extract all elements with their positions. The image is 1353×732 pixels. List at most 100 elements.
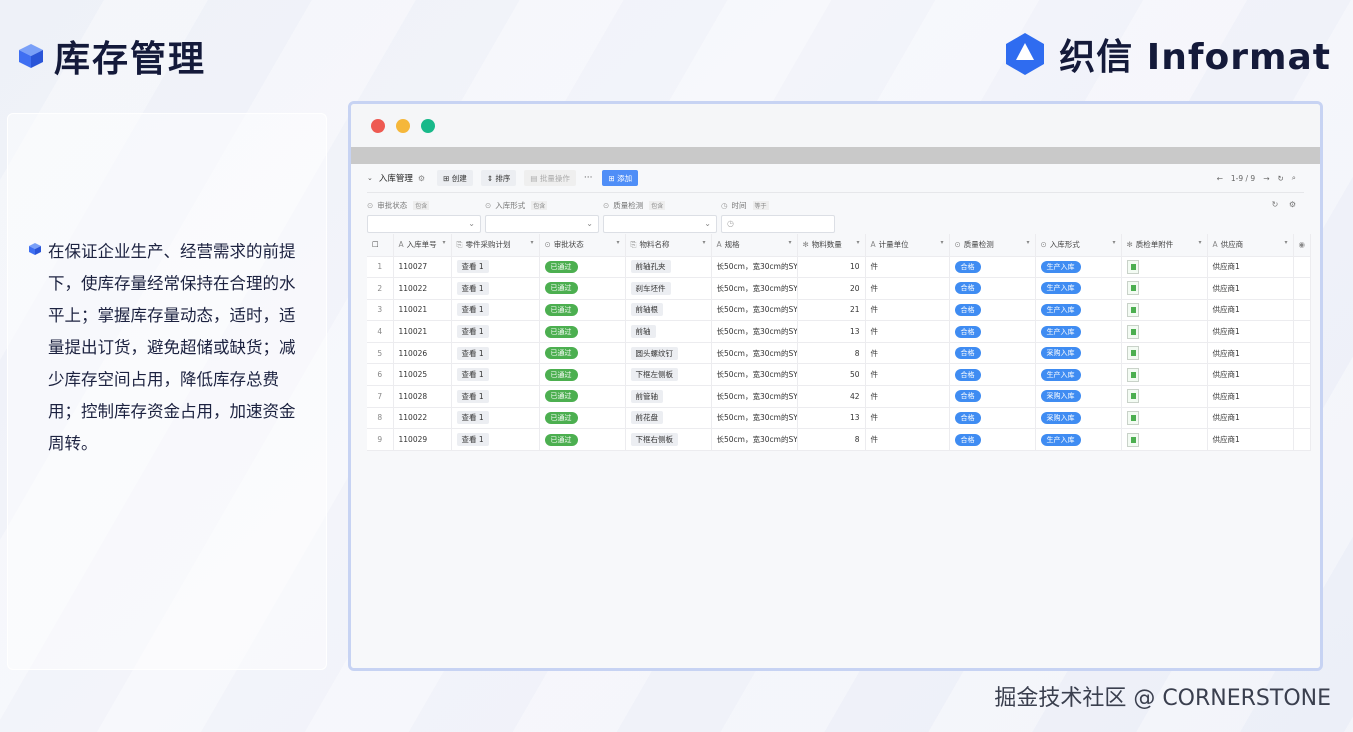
purchase-plan-link[interactable]: 查看 1 <box>456 411 489 425</box>
table-row[interactable]: 3 110021 查看 1 已通过 前轴根 长50cm，宽30cm的SY7 21 件合格 生产入… <box>367 299 1311 322</box>
next-page-icon[interactable]: → <box>1263 174 1269 183</box>
chevron-down-icon: ▾ <box>616 239 620 247</box>
attachment-cell <box>1121 407 1208 430</box>
excel-file-icon[interactable] <box>1126 432 1139 447</box>
column-header[interactable]: ⊙ 质量检测 ▾ <box>949 234 1036 257</box>
user-cell <box>1293 320 1311 343</box>
select-all-checkbox[interactable]: ☐ <box>367 234 394 257</box>
material-link[interactable]: 前轴孔夹 <box>630 260 671 274</box>
column-header[interactable]: A 计量单位 ▾ <box>865 234 950 257</box>
table-row[interactable]: 8 110022 查看 1 已通过 前花盘 长50cm，宽30cm的SY7 13 件合格 采购入… <box>367 407 1311 430</box>
column-header[interactable]: ⊙ 入库形式 ▾ <box>1035 234 1122 257</box>
supplier-cell: 供应商1 <box>1207 385 1294 408</box>
quality-badge: 合格 <box>954 303 981 316</box>
purchase-plan-link[interactable]: 查看 1 <box>456 389 489 403</box>
column-header[interactable]: ⎘ 零件采购计划 ▾ <box>451 234 540 257</box>
stock-in-type-select[interactable]: ⌄ <box>485 215 599 233</box>
material-link[interactable]: 刹车坯件 <box>630 281 671 295</box>
approval-status-select[interactable]: ⌄ <box>367 215 481 233</box>
purchase-plan-link[interactable]: 查看 1 <box>456 281 489 295</box>
excel-file-icon[interactable] <box>1126 281 1139 296</box>
table-row[interactable]: 5 110026 查看 1 已通过 圆头螺纹钉 长50cm，宽30cm的SY7 8 件合格 采购… <box>367 342 1311 365</box>
attachment-cell <box>1121 277 1208 300</box>
table-row[interactable]: 1 110027 查看 1 已通过 前轴孔夹 长50cm，宽30cm的SY7 10 件合格 生产… <box>367 256 1311 279</box>
settings-icon[interactable]: ⚙ <box>418 174 425 183</box>
stock-in-type-badge: 采购入库 <box>1040 347 1081 360</box>
sort-button[interactable]: ⇕ 排序 <box>480 170 517 186</box>
chevron-down-icon: ▾ <box>702 239 706 247</box>
order-number: 110021 <box>393 299 452 322</box>
prev-page-icon[interactable]: ← <box>1217 174 1223 183</box>
purchase-plan-link[interactable]: 查看 1 <box>456 325 489 339</box>
purchase-plan-cell: 查看 1 <box>451 428 540 451</box>
material-link[interactable]: 前轴根 <box>630 303 663 317</box>
purchase-plan-link[interactable]: 查看 1 <box>456 368 489 382</box>
time-input[interactable]: ◷ <box>721 215 835 233</box>
watermark: 掘金技术社区 @ CORNERSTONE <box>994 686 1331 711</box>
maximize-window-button[interactable] <box>421 119 435 133</box>
purchase-plan-link[interactable]: 查看 1 <box>456 346 489 360</box>
close-window-button[interactable] <box>371 119 385 133</box>
reset-filter-icon[interactable]: ↻ <box>1272 200 1279 209</box>
table-row[interactable]: 4 110021 查看 1 已通过 前轴 长50cm，宽30cm的SY7 13 件合格 生产入库… <box>367 320 1311 343</box>
minimize-window-button[interactable] <box>396 119 410 133</box>
material-link[interactable]: 圆头螺纹钉 <box>630 346 678 360</box>
toolbar: ⌄ 入库管理 ⚙ ⊞ 创建 ⇕ 排序 ▤ 批量操作 ··· ⊞ 添加 ← 1-9… <box>367 164 1304 192</box>
excel-file-icon[interactable] <box>1126 302 1139 317</box>
excel-file-icon[interactable] <box>1126 389 1139 404</box>
excel-file-icon[interactable] <box>1126 346 1139 361</box>
row-index: 2 <box>367 277 394 300</box>
excel-file-icon[interactable] <box>1126 324 1139 339</box>
batch-operation-button[interactable]: ▤ 批量操作 <box>524 170 576 186</box>
table-header-row: ☐ A 入库单号 ▾ ⎘ 零件采购计划 ▾ ⊙ 审批状态 ▾ ⎘ 物料名称 ▾ A 规格 ▾ ✻ 物料… <box>367 234 1311 257</box>
refresh-icon[interactable]: ↻ <box>1278 174 1284 183</box>
material-cell: 前轴根 <box>625 299 712 322</box>
batch-icon: ▤ <box>530 173 540 183</box>
spec-cell: 长50cm，宽30cm的SY7 <box>711 299 798 322</box>
column-header[interactable]: A 入库单号 ▾ <box>393 234 452 257</box>
column-header-label: 入库形式 <box>1049 240 1080 250</box>
column-header[interactable]: ✻ 质检单附件 ▾ <box>1121 234 1208 257</box>
column-header[interactable]: ⎘ 物料名称 ▾ <box>625 234 712 257</box>
excel-file-icon[interactable] <box>1126 410 1139 425</box>
user-cell <box>1293 385 1311 408</box>
excel-file-icon[interactable] <box>1126 367 1139 382</box>
create-button[interactable]: ⊞ 创建 <box>437 170 473 186</box>
excel-file-icon[interactable] <box>1126 259 1139 274</box>
unit-cell: 件 <box>865 320 950 343</box>
filter-settings-icon[interactable]: ⚙ <box>1289 200 1296 209</box>
table-row[interactable]: 7 110028 查看 1 已通过 前管轴 长50cm，宽30cm的SY7 42 件合格 采购入… <box>367 385 1311 408</box>
purchase-plan-link[interactable]: 查看 1 <box>456 303 489 317</box>
material-link[interactable]: 前管轴 <box>630 389 663 403</box>
table-row[interactable]: 6 110025 查看 1 已通过 下框左侧板 长50cm，宽30cm的SY7 50 件合格 生… <box>367 363 1311 387</box>
material-link[interactable]: 前花盘 <box>630 411 663 425</box>
material-cell: 前管轴 <box>625 385 712 408</box>
user-cell <box>1293 363 1311 387</box>
material-link[interactable]: 下框左侧板 <box>630 368 678 382</box>
quantity-cell: 8 <box>797 342 866 365</box>
view-title[interactable]: ⌄ 入库管理 ⚙ <box>367 172 425 185</box>
column-header[interactable]: A 规格 ▾ <box>711 234 798 257</box>
purchase-plan-link[interactable]: 查看 1 <box>456 260 489 274</box>
user-cell <box>1293 256 1311 279</box>
quality-check-select[interactable]: ⌄ <box>603 215 717 233</box>
approval-status-cell: 已通过 <box>539 407 626 430</box>
column-header-label: 审批状态 <box>553 240 584 250</box>
more-button[interactable]: ··· <box>584 173 593 183</box>
quality-badge: 合格 <box>954 433 981 446</box>
column-header-label: 计量单位 <box>878 240 909 250</box>
table-row[interactable]: 2 110022 查看 1 已通过 刹车坯件 长50cm，宽30cm的SY7 20 件合格 生产… <box>367 277 1311 300</box>
page-title: 库存管理 <box>54 39 207 80</box>
material-link[interactable]: 下框右侧板 <box>630 433 678 447</box>
quality-badge: 合格 <box>954 347 981 360</box>
column-header[interactable]: ⊙ 审批状态 ▾ <box>539 234 626 257</box>
add-button[interactable]: ⊞ 添加 <box>602 170 639 186</box>
purchase-plan-link[interactable]: 查看 1 <box>456 433 489 447</box>
table-row[interactable]: 9 110029 查看 1 已通过 下框右侧板 长50cm，宽30cm的SY7 8 件合格 生产… <box>367 428 1311 451</box>
column-header[interactable]: A 供应商 ▾ <box>1207 234 1294 257</box>
material-link[interactable]: 前轴 <box>630 325 656 339</box>
material-cell: 下框右侧板 <box>625 428 712 451</box>
search-icon[interactable]: ⌕ <box>1292 173 1296 183</box>
column-header[interactable]: ✻ 物料数量 ▾ <box>797 234 866 257</box>
column-header-user[interactable]: ◉ <box>1293 234 1311 257</box>
